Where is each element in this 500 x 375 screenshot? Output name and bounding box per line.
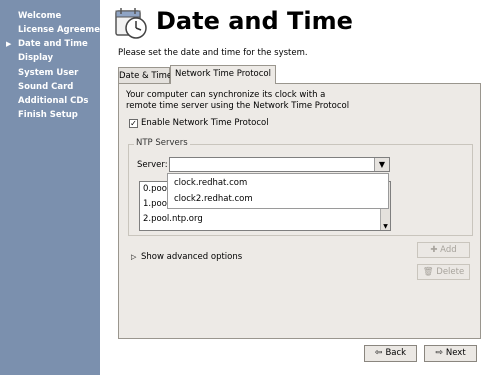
ntp-info-line-2: remote time server using the Network Tim… bbox=[126, 101, 350, 111]
sidebar-item-welcome: Welcome bbox=[18, 11, 62, 21]
show-advanced-options-expander[interactable]: Show advanced options bbox=[141, 252, 242, 262]
tab-date-and-time[interactable]: Date & Time bbox=[118, 67, 172, 83]
trash-icon: 🗑 bbox=[422, 267, 437, 277]
enable-ntp-checkbox[interactable]: ✓ bbox=[129, 119, 138, 128]
main-content: Date and Time Please set the date and ti… bbox=[100, 0, 500, 375]
server-label: Server: bbox=[137, 160, 168, 170]
scroll-down-arrow-icon[interactable]: ▼ bbox=[381, 223, 390, 230]
plus-icon: ✚ bbox=[430, 245, 441, 255]
back-button[interactable]: ⇦ Back bbox=[364, 345, 417, 362]
expander-arrow-icon[interactable]: ▷ bbox=[131, 253, 136, 261]
delete-server-label: Delete bbox=[436, 267, 465, 277]
ntp-servers-legend: NTP Servers bbox=[134, 138, 190, 148]
ntp-panel: Your computer can synchronize its clock … bbox=[118, 83, 481, 339]
sidebar-item-date-and-time: Date and Time bbox=[18, 39, 88, 49]
arrow-left-icon: ⇦ bbox=[374, 348, 383, 358]
server-combo-input[interactable]: ▼ bbox=[169, 157, 390, 172]
enable-ntp-label[interactable]: Enable Network Time Protocol bbox=[141, 118, 269, 128]
combo-dropdown-arrow-icon[interactable]: ▼ bbox=[374, 158, 389, 171]
ntp-info-line-1: Your computer can synchronize its clock … bbox=[126, 90, 326, 100]
sidebar-item-sound-card: Sound Card bbox=[18, 82, 74, 92]
next-label: Next bbox=[445, 348, 466, 358]
sidebar: ▶ Welcome License Agreement Date and Tim… bbox=[0, 0, 110, 375]
sidebar-item-finish-setup: Finish Setup bbox=[18, 110, 78, 120]
page-description: Please set the date and time for the sys… bbox=[118, 48, 308, 58]
sidebar-item-system-user: System User bbox=[18, 68, 79, 78]
add-server-button[interactable]: ✚ Add bbox=[417, 242, 470, 258]
sidebar-item-display: Display bbox=[18, 53, 54, 63]
list-item[interactable]: 2.pool.ntp.org bbox=[143, 214, 203, 224]
page-title: Date and Time bbox=[156, 7, 353, 35]
tab-network-time-protocol[interactable]: Network Time Protocol bbox=[170, 65, 276, 84]
server-dropdown-menu[interactable]: clock.redhat.com clock2.redhat.com bbox=[167, 173, 389, 209]
dropdown-option[interactable]: clock2.redhat.com bbox=[174, 194, 253, 204]
arrow-right-icon: ⇨ bbox=[435, 348, 443, 358]
delete-server-button[interactable]: 🗑 Delete bbox=[417, 264, 470, 280]
add-server-label: Add bbox=[440, 245, 457, 255]
dropdown-option[interactable]: clock.redhat.com bbox=[174, 178, 247, 188]
back-label: Back bbox=[385, 348, 407, 358]
calendar-clock-icon bbox=[115, 8, 147, 39]
ntp-info-text: Your computer can synchronize its clock … bbox=[126, 90, 446, 112]
sidebar-item-additional-cds: Additional CDs bbox=[18, 96, 89, 106]
next-button[interactable]: ⇨ Next bbox=[424, 345, 477, 362]
current-step-arrow-icon: ▶ bbox=[6, 40, 12, 48]
sidebar-item-license-agreement: License Agreement bbox=[18, 25, 111, 35]
